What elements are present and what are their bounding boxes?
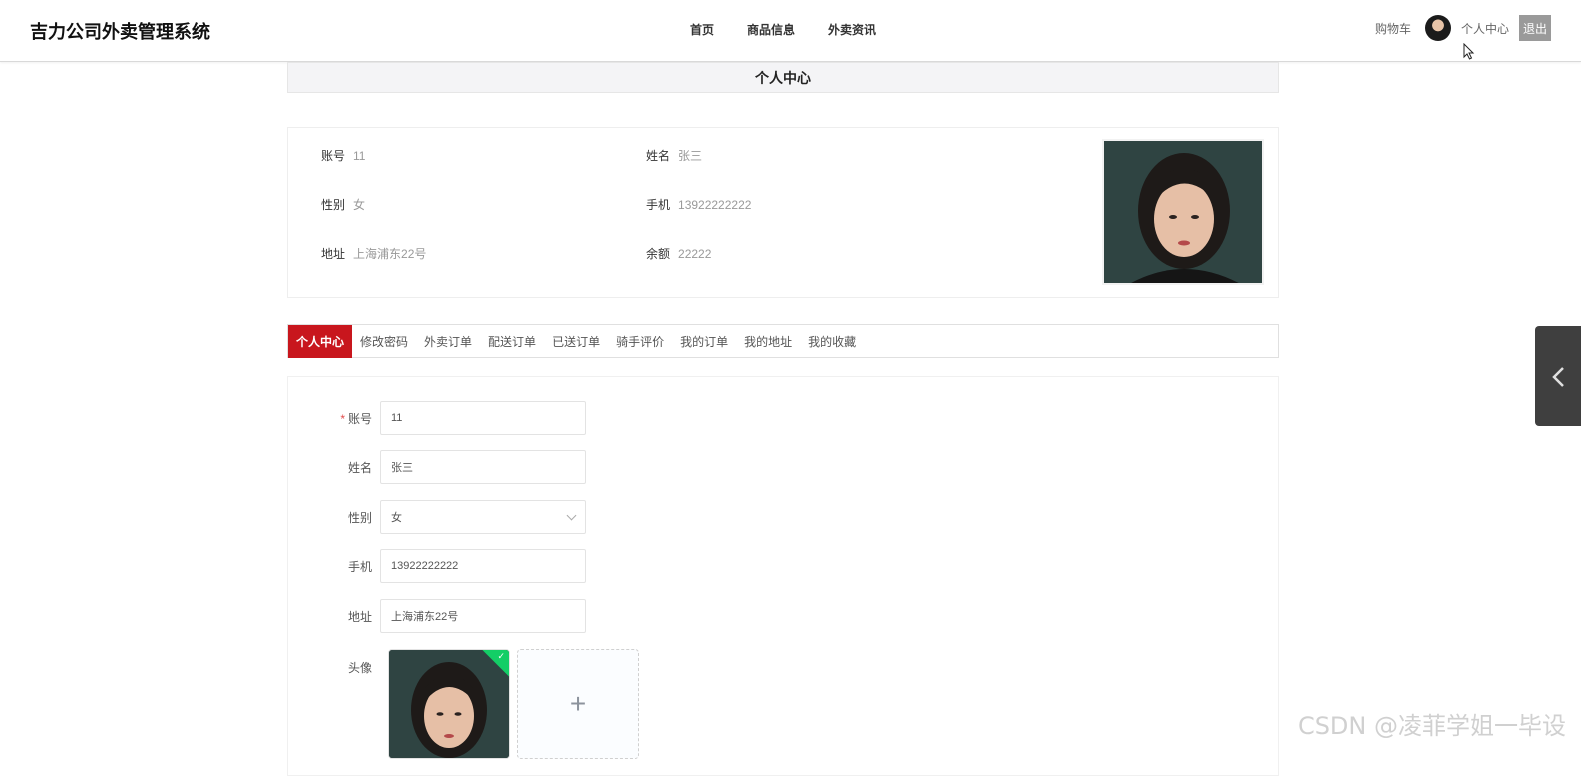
info-balance-value: 22222 <box>678 247 711 261</box>
info-gender: 性别女 <box>321 196 365 213</box>
watermark: CSDN @凌菲学姐一毕设 <box>1298 706 1566 741</box>
info-name: 姓名张三 <box>646 147 702 164</box>
phone-field-label: 手机 <box>288 558 380 575</box>
info-address-value: 上海浦东22号 <box>353 247 426 261</box>
gender-select-value: 女 <box>391 509 402 525</box>
info-balance: 余额 22222 <box>646 245 711 262</box>
avatar-thumbnail-image <box>389 650 510 759</box>
name-field-label: 姓名 <box>288 459 380 476</box>
form-row-gender: 性别 女 <box>288 500 586 534</box>
nav-products[interactable]: 商品信息 <box>747 21 795 38</box>
info-gender-value: 女 <box>353 198 365 212</box>
info-address: 地址上海浦东22号 <box>321 245 426 262</box>
info-balance-label: 余额 <box>646 247 670 261</box>
mouse-cursor-icon <box>1463 43 1475 61</box>
tab-delivered-orders[interactable]: 已送订单 <box>544 325 608 357</box>
tab-my-orders[interactable]: 我的订单 <box>672 325 736 357</box>
gender-field-label: 性别 <box>288 509 380 526</box>
page-title: 个人中心 <box>287 62 1279 93</box>
account-label-text: 账号 <box>348 412 372 426</box>
logout-button[interactable]: 退出 <box>1519 15 1551 41</box>
form-row-phone: 手机 <box>288 549 586 583</box>
tab-rider-reviews[interactable]: 骑手评价 <box>608 325 672 357</box>
portrait-image <box>1104 141 1264 285</box>
info-phone: 手机 13922222222 <box>646 196 751 213</box>
nav-home[interactable]: 首页 <box>690 21 714 38</box>
info-account-label: 账号 <box>321 149 345 163</box>
top-navbar: 吉力公司外卖管理系统 首页 商品信息 外卖资讯 购物车 个人中心 退出 <box>0 0 1581 62</box>
name-field[interactable] <box>380 450 586 484</box>
form-row-account: *账号 <box>288 401 586 435</box>
check-icon: ✓ <box>497 651 505 662</box>
gender-select[interactable]: 女 <box>380 500 586 534</box>
tab-profile[interactable]: 个人中心 <box>288 325 352 358</box>
info-name-label: 姓名 <box>646 149 670 163</box>
tab-my-favorites[interactable]: 我的收藏 <box>800 325 864 357</box>
profile-tabs: 个人中心 修改密码 外卖订单 配送订单 已送订单 骑手评价 我的订单 我的地址 … <box>287 324 1279 358</box>
profile-info-card: 账号 11 姓名张三 性别女 手机 13922222222 地址上海浦东22号 余额… <box>287 127 1279 298</box>
account-field-label: *账号 <box>288 410 380 427</box>
cart-link[interactable]: 购物车 <box>1375 20 1411 37</box>
info-phone-value: 13922222222 <box>678 198 751 212</box>
user-area: 购物车 个人中心 退出 <box>1375 15 1551 41</box>
info-account: 账号 11 <box>321 147 365 164</box>
address-field-label: 地址 <box>288 608 380 625</box>
avatar-field-label: 头像 <box>288 659 380 676</box>
address-field[interactable] <box>380 599 586 633</box>
tab-delivery-orders[interactable]: 配送订单 <box>480 325 544 357</box>
user-center-link[interactable]: 个人中心 <box>1461 20 1509 37</box>
form-row-name: 姓名 <box>288 450 586 484</box>
info-gender-label: 性别 <box>321 198 345 212</box>
tab-my-address[interactable]: 我的地址 <box>736 325 800 357</box>
info-phone-label: 手机 <box>646 198 670 212</box>
info-account-value: 11 <box>353 149 365 163</box>
site-title: 吉力公司外卖管理系统 <box>30 18 210 44</box>
avatar-upload-thumbnail[interactable]: ✓ <box>388 649 510 759</box>
main-nav: 首页 商品信息 外卖资讯 <box>690 21 909 38</box>
profile-photo <box>1102 139 1264 285</box>
profile-form: *账号 姓名 性别 女 手机 地址 头像 ✓ + <box>287 376 1279 776</box>
tab-change-password[interactable]: 修改密码 <box>352 325 416 357</box>
chevron-left-icon <box>1551 366 1565 388</box>
avatar-upload-button[interactable]: + <box>517 649 639 759</box>
required-mark: * <box>340 412 345 426</box>
avatar[interactable] <box>1425 15 1451 41</box>
tab-takeout-orders[interactable]: 外卖订单 <box>416 325 480 357</box>
form-row-address: 地址 <box>288 599 586 633</box>
side-panel-toggle[interactable] <box>1535 326 1581 426</box>
phone-field[interactable] <box>380 549 586 583</box>
info-address-label: 地址 <box>321 247 345 261</box>
info-name-value: 张三 <box>678 149 702 163</box>
chevron-down-icon <box>567 510 577 520</box>
account-field[interactable] <box>380 401 586 435</box>
nav-news[interactable]: 外卖资讯 <box>828 21 876 38</box>
